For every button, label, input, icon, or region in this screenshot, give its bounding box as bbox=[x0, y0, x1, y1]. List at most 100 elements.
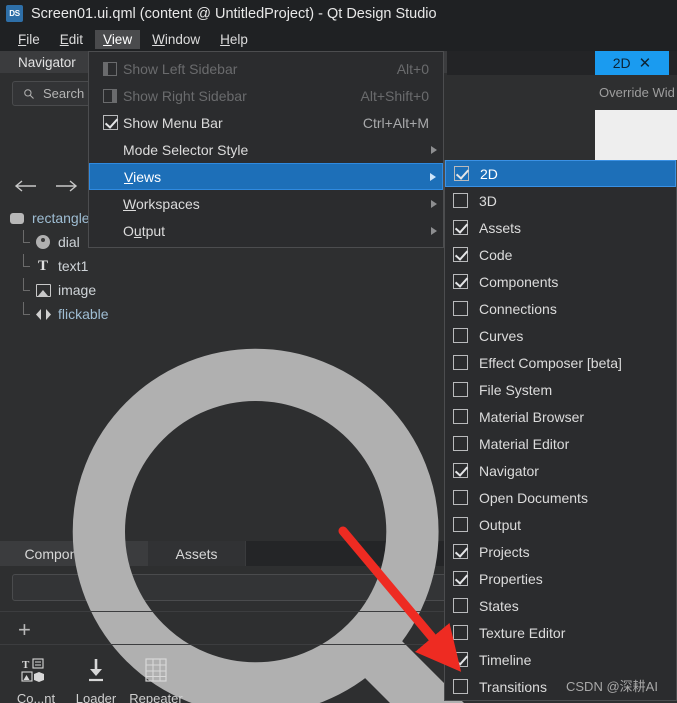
navigator-forward-button[interactable] bbox=[46, 175, 84, 197]
checkbox-unchecked-icon[interactable] bbox=[453, 490, 468, 505]
editor-toolbar: Override Wid bbox=[595, 75, 677, 110]
views-submenu-item-assets[interactable]: Assets bbox=[445, 214, 676, 241]
views-submenu-item-open-documents[interactable]: Open Documents bbox=[445, 484, 676, 511]
tab-2d-label: 2D bbox=[612, 55, 631, 71]
views-submenu-item-connections[interactable]: Connections bbox=[445, 295, 676, 322]
component-item-component[interactable]: T Co...nt bbox=[6, 649, 66, 703]
component-label: Loader bbox=[75, 691, 117, 703]
menu-item-show-menu-bar[interactable]: Show Menu Bar Ctrl+Alt+M bbox=[89, 109, 443, 136]
menubar-window-rest: indow bbox=[164, 31, 201, 47]
views-submenu: 2D 3D Assets Code Components Connections Curve… bbox=[444, 160, 677, 701]
tree-item-label: text1 bbox=[58, 258, 89, 274]
views-submenu-item-file-system[interactable]: File System bbox=[445, 376, 676, 403]
views-submenu-item-material-browser[interactable]: Material Browser bbox=[445, 403, 676, 430]
views-submenu-item-states[interactable]: States bbox=[445, 592, 676, 619]
checkbox-unchecked-icon[interactable] bbox=[453, 193, 468, 208]
menu-item-label: Show Menu Bar bbox=[123, 114, 223, 131]
checkbox-checked-icon[interactable] bbox=[453, 220, 468, 235]
views-submenu-item-output[interactable]: Output bbox=[445, 511, 676, 538]
navigator-back-button[interactable] bbox=[8, 175, 46, 197]
menu-bar: File Edit View Window Help bbox=[0, 27, 677, 51]
menu-item-shortcut: Alt+0 bbox=[396, 60, 429, 77]
views-submenu-item-label: Code bbox=[479, 246, 513, 263]
menubar-item-file[interactable]: File bbox=[10, 30, 48, 49]
repeater-glyph bbox=[145, 658, 167, 682]
checkbox-unchecked-icon[interactable] bbox=[453, 328, 468, 343]
tree-item-text1[interactable]: T text1 bbox=[4, 254, 444, 278]
view-menu-dropdown: Show Left Sidebar Alt+0 Show Right Sideb… bbox=[88, 51, 444, 248]
views-submenu-item-label: Curves bbox=[479, 327, 524, 344]
search-icon bbox=[24, 88, 34, 99]
menu-item-show-right-sidebar[interactable]: Show Right Sidebar Alt+Shift+0 bbox=[89, 82, 443, 109]
menu-item-show-left-sidebar[interactable]: Show Left Sidebar Alt+0 bbox=[89, 55, 443, 82]
menu-item-output[interactable]: Output bbox=[89, 217, 443, 244]
checkbox-unchecked-icon[interactable] bbox=[453, 598, 468, 613]
watermark-text: CSDN @深耕AI bbox=[566, 679, 658, 694]
dial-icon bbox=[34, 233, 52, 251]
views-submenu-item-material-editor[interactable]: Material Editor bbox=[445, 430, 676, 457]
checkbox-checked-icon[interactable] bbox=[453, 652, 468, 667]
checkbox-checked-icon[interactable] bbox=[453, 274, 468, 289]
checkbox-checked-icon[interactable] bbox=[453, 571, 468, 586]
checkbox-checked-icon bbox=[97, 115, 123, 130]
text-icon: T bbox=[37, 257, 48, 274]
submenu-arrow-icon bbox=[431, 226, 437, 235]
checkbox-unchecked-icon[interactable] bbox=[453, 517, 468, 532]
checkbox-unchecked-icon[interactable] bbox=[453, 409, 468, 424]
views-submenu-item-timeline[interactable]: Timeline bbox=[445, 646, 676, 673]
checkbox-checked-icon[interactable] bbox=[453, 463, 468, 478]
views-submenu-item-code[interactable]: Code bbox=[445, 241, 676, 268]
views-submenu-item-label: Material Editor bbox=[479, 435, 570, 452]
views-submenu-item-properties[interactable]: Properties bbox=[445, 565, 676, 592]
override-width-label: Override Wid bbox=[599, 85, 675, 100]
submenu-arrow-icon bbox=[431, 145, 437, 154]
views-submenu-item-projects[interactable]: Projects bbox=[445, 538, 676, 565]
rectangle-icon bbox=[8, 209, 26, 227]
menu-item-workspaces[interactable]: Workspaces bbox=[89, 190, 443, 217]
back-arrow-icon bbox=[14, 180, 36, 192]
views-submenu-item-curves[interactable]: Curves bbox=[445, 322, 676, 349]
menu-item-mode-selector-style[interactable]: Mode Selector Style bbox=[89, 136, 443, 163]
views-submenu-item-texture-editor[interactable]: Texture Editor bbox=[445, 619, 676, 646]
views-submenu-item-navigator[interactable]: Navigator bbox=[445, 457, 676, 484]
title-bar: DS Screen01.ui.qml (content @ UntitledPr… bbox=[0, 0, 677, 27]
views-submenu-item-label: 3D bbox=[479, 192, 497, 209]
views-submenu-item-label: Open Documents bbox=[479, 489, 588, 506]
menu-item-views[interactable]: Views bbox=[89, 163, 443, 190]
tab-2d[interactable]: 2D ✕ bbox=[595, 51, 669, 75]
views-submenu-item-2d[interactable]: 2D bbox=[445, 160, 676, 187]
views-submenu-item-effect-composer-beta[interactable]: Effect Composer [beta] bbox=[445, 349, 676, 376]
forward-arrow-icon bbox=[56, 180, 78, 192]
sidebar-right-icon bbox=[97, 88, 123, 103]
views-submenu-item-label: Texture Editor bbox=[479, 624, 566, 641]
views-submenu-item-label: Properties bbox=[479, 570, 543, 587]
menubar-item-window[interactable]: Window bbox=[144, 30, 208, 49]
checkbox-unchecked-icon[interactable] bbox=[453, 355, 468, 370]
views-submenu-item-3d[interactable]: 3D bbox=[445, 187, 676, 214]
views-submenu-item-label: States bbox=[479, 597, 519, 614]
checkbox-unchecked-icon[interactable] bbox=[453, 382, 468, 397]
component-item-repeater[interactable]: Repeater bbox=[126, 649, 186, 703]
checkbox-checked-icon[interactable] bbox=[453, 544, 468, 559]
component-glyph: T bbox=[21, 658, 44, 682]
checkbox-checked-icon[interactable] bbox=[454, 166, 469, 181]
checkbox-unchecked-icon[interactable] bbox=[453, 301, 468, 316]
views-submenu-item-label: Timeline bbox=[479, 651, 532, 668]
qt-design-studio-window: DS Screen01.ui.qml (content @ UntitledPr… bbox=[0, 0, 677, 703]
component-grid: T Co...nt Loader Repeater bbox=[6, 649, 186, 703]
menubar-item-edit[interactable]: Edit bbox=[52, 30, 91, 49]
add-component-button[interactable]: + bbox=[18, 619, 31, 641]
menubar-item-view[interactable]: View bbox=[95, 29, 141, 49]
views-submenu-item-label: Connections bbox=[479, 300, 557, 317]
checkbox-unchecked-icon[interactable] bbox=[453, 625, 468, 640]
close-icon[interactable]: ✕ bbox=[639, 56, 652, 71]
menubar-item-help[interactable]: Help bbox=[212, 30, 256, 49]
tree-connector bbox=[18, 230, 34, 254]
checkbox-unchecked-icon[interactable] bbox=[453, 436, 468, 451]
component-item-loader[interactable]: Loader bbox=[66, 649, 126, 703]
views-submenu-item-label: Material Browser bbox=[479, 408, 585, 425]
views-submenu-item-components[interactable]: Components bbox=[445, 268, 676, 295]
checkbox-checked-icon[interactable] bbox=[453, 247, 468, 262]
views-submenu-item-label: Output bbox=[479, 516, 522, 533]
checkbox-unchecked-icon[interactable] bbox=[453, 679, 468, 694]
